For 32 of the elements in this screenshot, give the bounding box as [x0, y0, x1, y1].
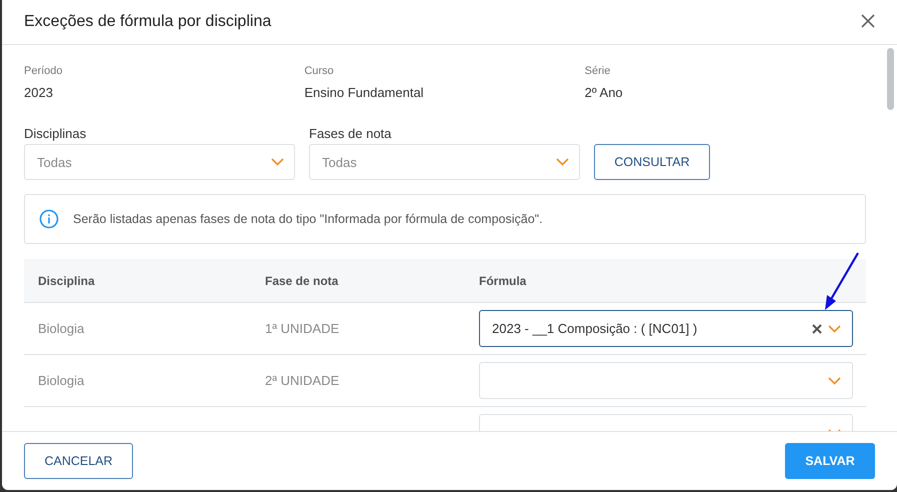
field-label: Curso: [304, 65, 335, 77]
scrollbar-thumb[interactable]: [887, 48, 894, 110]
formula-select[interactable]: 2023 - __1 Composição : ( [NC01] ): [479, 310, 853, 347]
cancel-button[interactable]: CANCELAR: [24, 443, 133, 479]
dialog-title: Exceções de fórmula por disciplina: [24, 13, 272, 31]
info-icon: [39, 209, 59, 229]
field-label: Fases de nota: [309, 126, 392, 141]
table-cell: Biologia: [38, 373, 84, 388]
column-header: Fase de nota: [264, 274, 340, 288]
chevron-down-icon: [271, 158, 284, 166]
field-value: 2023: [24, 85, 54, 100]
field-value: Ensino Fundamental: [304, 85, 425, 100]
chevron-down-icon: [556, 158, 569, 166]
field-label: Disciplinas: [24, 126, 88, 141]
annotation-arrow: [822, 251, 862, 313]
table-cell: Biologia: [38, 321, 84, 336]
clear-icon[interactable]: [812, 324, 822, 334]
table-cell: 1ª UNIDADE: [265, 321, 340, 336]
field-label: Período: [24, 65, 64, 77]
column-header: Disciplina: [37, 274, 96, 288]
table-cell: 2ª UNIDADE: [265, 373, 340, 388]
formula-select[interactable]: [479, 362, 853, 399]
query-button[interactable]: CONSULTAR: [594, 144, 710, 180]
notice-text: Serão listadas apenas fases de nota do tipo "Informada por fórmula de composição".: [73, 212, 543, 226]
field-label: Série: [584, 65, 612, 77]
chevron-down-icon: [828, 376, 841, 384]
select-field[interactable]: Todas: [24, 144, 295, 180]
chevron-down-icon: [828, 324, 841, 332]
close-icon[interactable]: [861, 14, 875, 28]
field-value: 2º Ano: [584, 85, 624, 100]
select-field[interactable]: Todas: [309, 144, 580, 180]
column-header: Fórmula: [478, 274, 528, 288]
